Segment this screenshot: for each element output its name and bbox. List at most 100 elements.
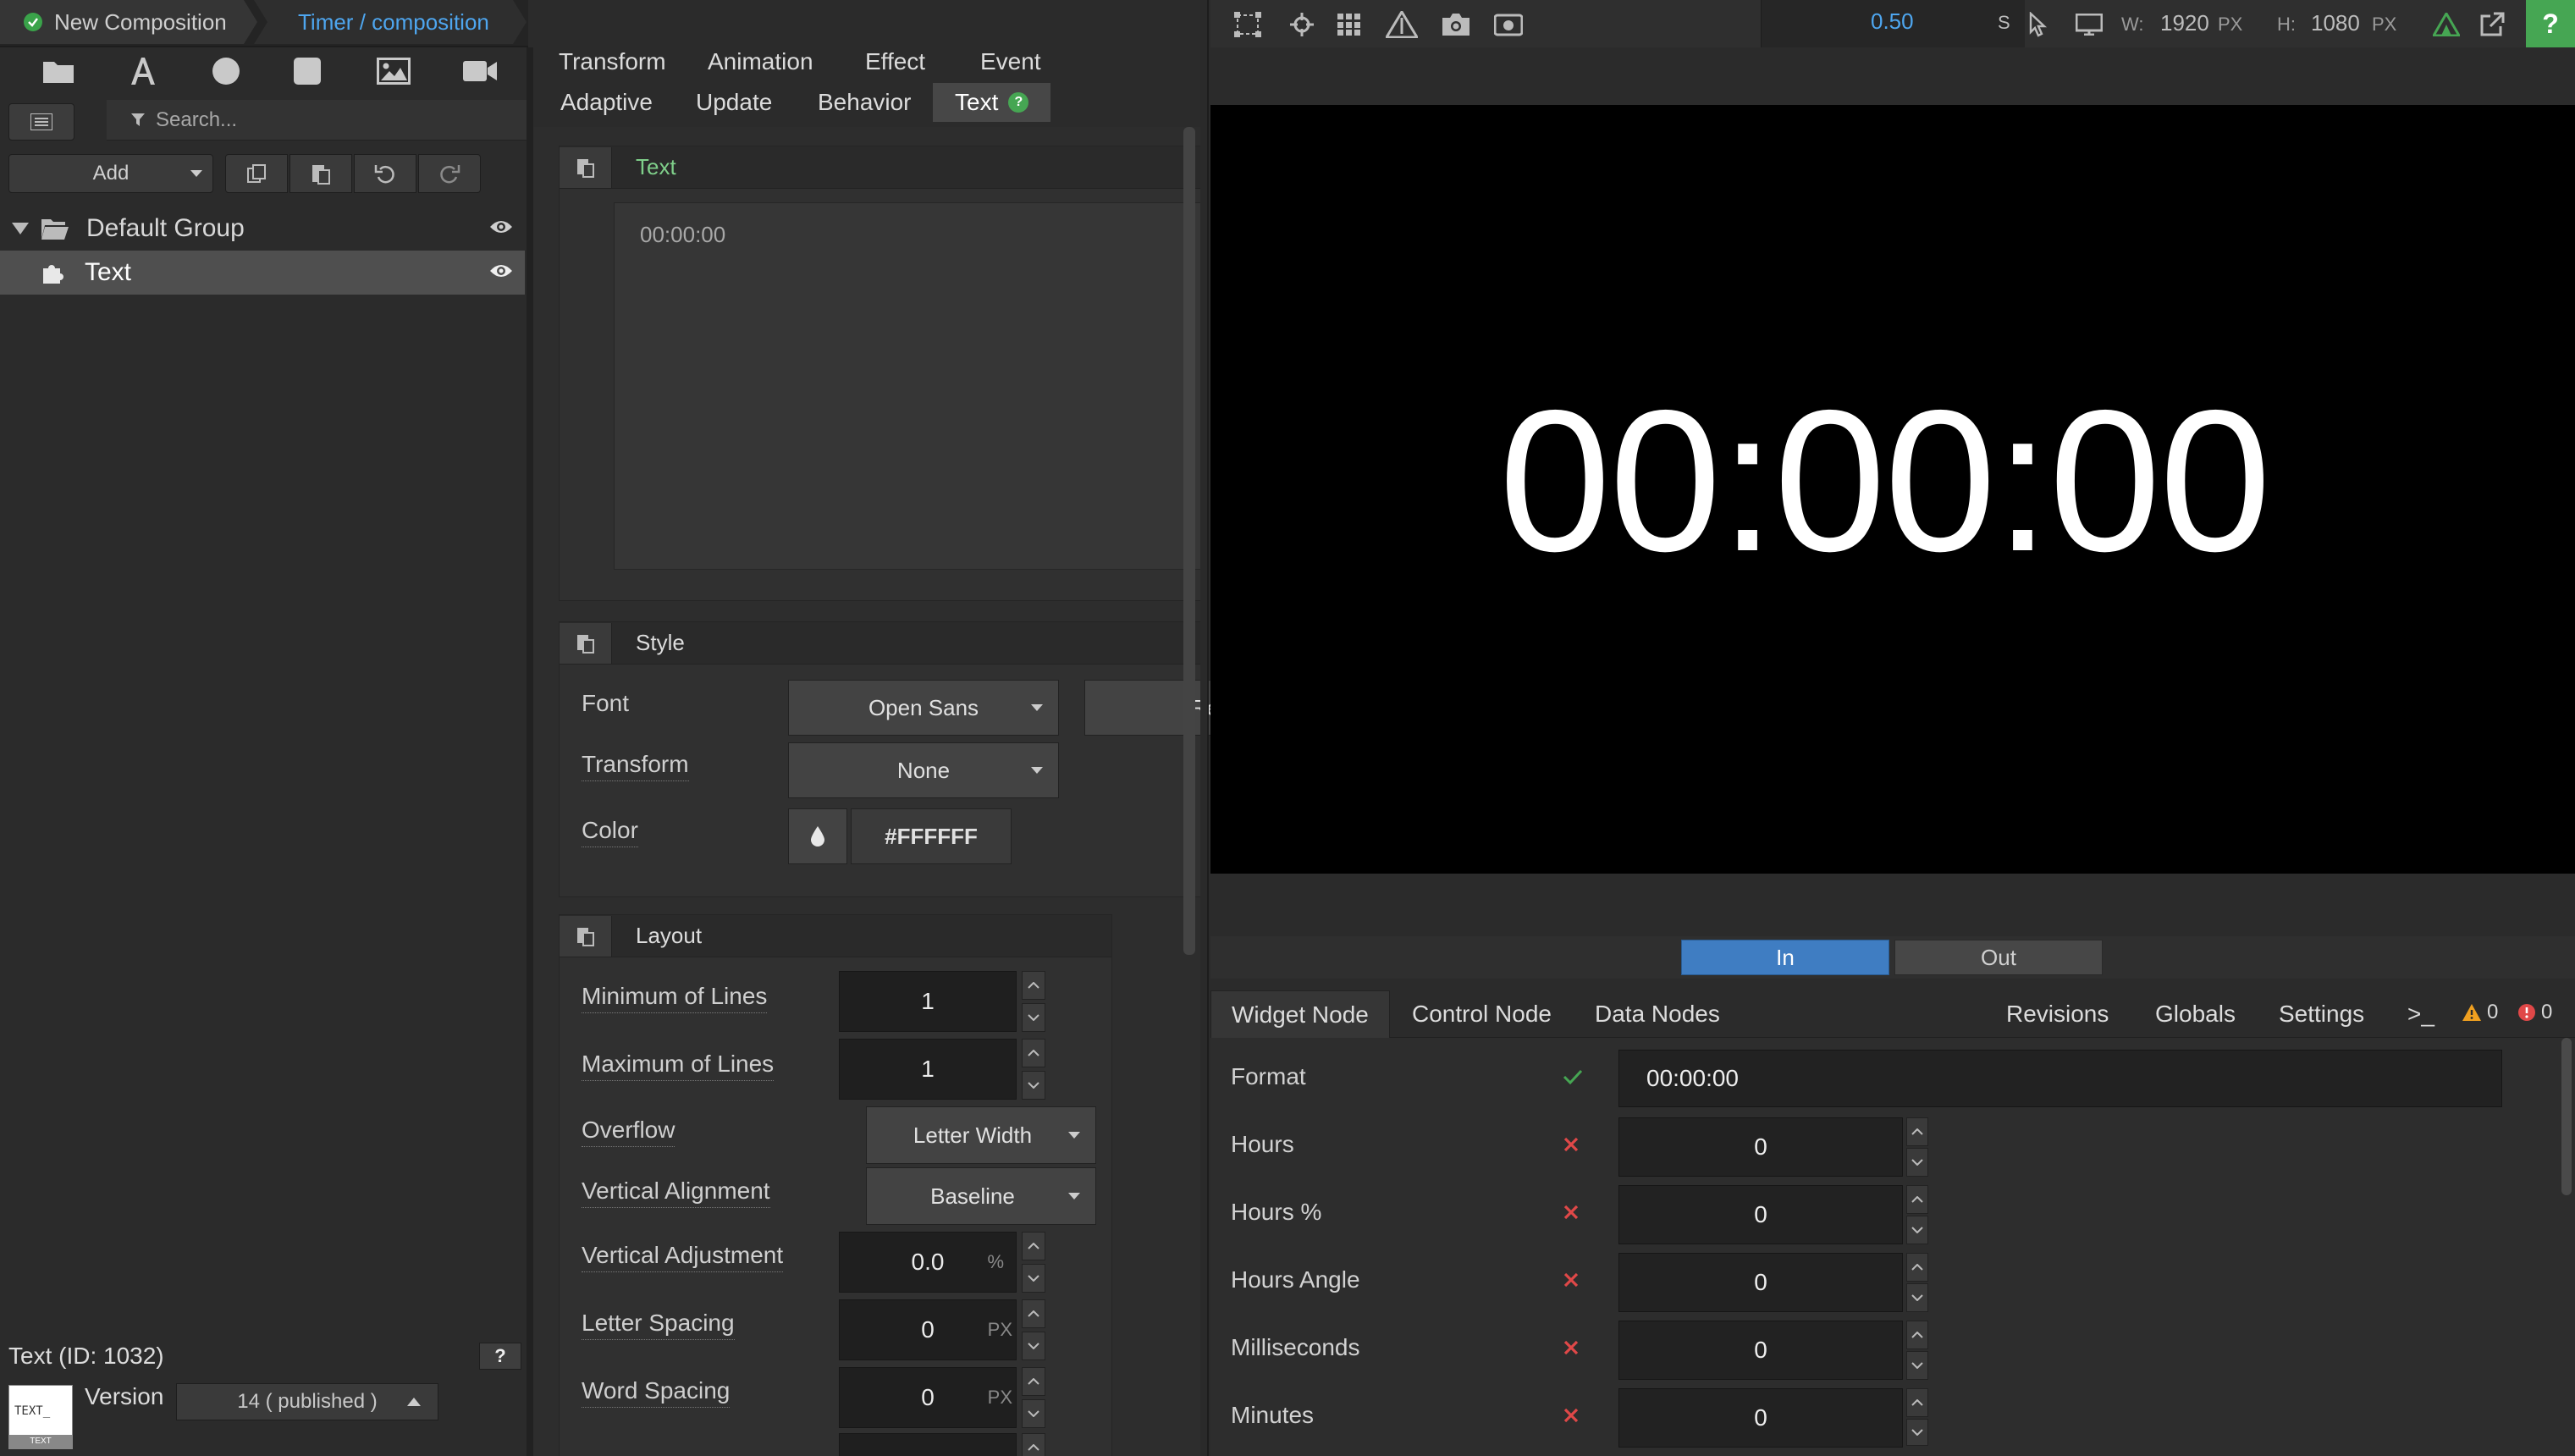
tab-data-nodes[interactable]: Data Nodes bbox=[1574, 990, 1740, 1038]
paste-button[interactable] bbox=[289, 154, 352, 193]
external-link-icon[interactable] bbox=[2475, 10, 2509, 39]
preview-stage[interactable]: 00:00:00 bbox=[1210, 105, 2575, 874]
width-value[interactable]: 1920 bbox=[2160, 10, 2209, 36]
word-spacing-increment[interactable] bbox=[1022, 1367, 1045, 1396]
vertical-adjustment-increment[interactable] bbox=[1022, 1232, 1045, 1260]
out-button[interactable]: Out bbox=[1894, 940, 2103, 975]
max-lines-decrement[interactable] bbox=[1022, 1071, 1045, 1100]
vertical-adjustment-decrement[interactable] bbox=[1022, 1264, 1045, 1293]
circle-shape-icon[interactable] bbox=[207, 54, 245, 88]
list-view-button[interactable] bbox=[8, 103, 74, 141]
expand-caret-icon[interactable] bbox=[12, 223, 29, 234]
in-button[interactable]: In bbox=[1681, 940, 1889, 975]
next-field-increment[interactable] bbox=[1022, 1433, 1045, 1456]
format-input[interactable]: 00:00:00 bbox=[1618, 1050, 2502, 1107]
monitor-icon[interactable] bbox=[2072, 10, 2106, 39]
min-lines-decrement[interactable] bbox=[1022, 1003, 1045, 1032]
word-spacing-decrement[interactable] bbox=[1022, 1399, 1045, 1428]
panel-splitter[interactable] bbox=[1200, 0, 1209, 1456]
letter-spacing-increment[interactable] bbox=[1022, 1299, 1045, 1328]
copy-section-button[interactable] bbox=[560, 622, 612, 664]
tab-transform[interactable]: Transform bbox=[550, 42, 675, 81]
hours-angle-decrement[interactable] bbox=[1906, 1283, 1928, 1312]
hours-angle-increment[interactable] bbox=[1906, 1253, 1928, 1282]
duplicate-button[interactable] bbox=[225, 154, 288, 193]
camera-snapshot-icon[interactable] bbox=[1439, 10, 1473, 39]
tab-event[interactable]: Event bbox=[972, 42, 1050, 81]
color-hex-input[interactable]: #FFFFFF bbox=[851, 808, 1012, 864]
screenshot-icon[interactable] bbox=[1492, 10, 1525, 39]
vertical-adjustment-input[interactable]: 0.0 % bbox=[839, 1232, 1017, 1293]
property-panel-scrollbar[interactable] bbox=[1183, 127, 1195, 955]
hours-input[interactable]: 0 bbox=[1618, 1117, 1903, 1177]
bounding-box-icon[interactable] bbox=[1231, 10, 1265, 39]
error-count[interactable]: 0 bbox=[2517, 1001, 2552, 1024]
close-x-icon[interactable] bbox=[1563, 1136, 1580, 1153]
cursor-pointer-icon[interactable] bbox=[2020, 10, 2054, 39]
tab-behavior[interactable]: Behavior bbox=[809, 83, 920, 122]
copy-section-button[interactable] bbox=[560, 146, 612, 188]
max-lines-increment[interactable] bbox=[1022, 1039, 1045, 1067]
visibility-eye-icon[interactable] bbox=[489, 218, 513, 235]
tab-control-node[interactable]: Control Node bbox=[1392, 990, 1572, 1038]
breadcrumb-item-new-composition[interactable]: New Composition bbox=[0, 0, 257, 44]
minutes-input[interactable]: 0 bbox=[1618, 1388, 1903, 1448]
folder-icon[interactable] bbox=[39, 54, 78, 88]
hours-decrement[interactable] bbox=[1906, 1148, 1928, 1177]
next-field-input[interactable] bbox=[839, 1433, 1017, 1456]
help-button[interactable]: ? bbox=[479, 1343, 521, 1370]
text-tool-icon[interactable] bbox=[124, 54, 163, 88]
hours-percent-increment[interactable] bbox=[1906, 1185, 1928, 1214]
warning-triangle-green-icon[interactable] bbox=[2429, 10, 2463, 39]
tab-animation[interactable]: Animation bbox=[699, 42, 822, 81]
tab-update[interactable]: Update bbox=[687, 83, 780, 122]
word-spacing-input[interactable]: 0 PX bbox=[839, 1367, 1017, 1428]
min-lines-increment[interactable] bbox=[1022, 971, 1045, 1000]
breadcrumb-item-timer-composition[interactable]: Timer / composition bbox=[254, 0, 527, 44]
tree-item-text[interactable]: Text bbox=[0, 251, 525, 295]
close-x-icon[interactable] bbox=[1563, 1407, 1580, 1424]
preview-timer-text[interactable]: 00:00:00 bbox=[1499, 366, 2271, 597]
tab-adaptive[interactable]: Adaptive bbox=[552, 83, 661, 122]
overflow-select[interactable]: Letter Width bbox=[866, 1106, 1096, 1164]
tab-widget-node[interactable]: Widget Node bbox=[1210, 990, 1390, 1038]
text-transform-select[interactable]: None bbox=[788, 742, 1059, 798]
crosshair-icon[interactable] bbox=[1285, 10, 1319, 39]
close-x-icon[interactable] bbox=[1563, 1271, 1580, 1288]
text-content-textarea[interactable]: 00:00:00 bbox=[614, 202, 1206, 570]
milliseconds-input[interactable]: 0 bbox=[1618, 1321, 1903, 1380]
search-input[interactable]: Search... bbox=[107, 100, 528, 141]
hours-increment[interactable] bbox=[1906, 1117, 1928, 1146]
tree-group-default[interactable]: Default Group bbox=[0, 207, 525, 251]
grid-icon[interactable] bbox=[1332, 10, 1366, 39]
min-lines-input[interactable]: 1 bbox=[839, 971, 1017, 1032]
duration-value[interactable]: 0.50 bbox=[1871, 8, 1914, 35]
close-x-icon[interactable] bbox=[1563, 1204, 1580, 1221]
font-family-select[interactable]: Open Sans bbox=[788, 680, 1059, 736]
help-button-green[interactable]: ? bbox=[2526, 0, 2575, 47]
redo-button[interactable] bbox=[418, 154, 481, 193]
tab-globals[interactable]: Globals bbox=[2135, 990, 2256, 1038]
vertical-alignment-select[interactable]: Baseline bbox=[866, 1167, 1096, 1225]
properties-scrollbar[interactable] bbox=[2561, 1038, 2572, 1195]
tab-effect[interactable]: Effect bbox=[857, 42, 934, 81]
height-value[interactable]: 1080 bbox=[2311, 10, 2360, 36]
minutes-increment[interactable] bbox=[1906, 1388, 1928, 1417]
console-button[interactable]: >_ bbox=[2401, 990, 2441, 1038]
visibility-eye-icon[interactable] bbox=[489, 262, 513, 279]
font-weight-select[interactable]: Re bbox=[1084, 680, 1220, 736]
milliseconds-decrement[interactable] bbox=[1906, 1351, 1928, 1380]
letter-spacing-decrement[interactable] bbox=[1022, 1332, 1045, 1360]
safe-area-triangle-icon[interactable] bbox=[1385, 10, 1419, 39]
check-icon[interactable] bbox=[1563, 1068, 1583, 1085]
image-icon[interactable] bbox=[374, 54, 413, 88]
max-lines-input[interactable]: 1 bbox=[839, 1039, 1017, 1100]
hours-angle-input[interactable]: 0 bbox=[1618, 1253, 1903, 1312]
help-circle-icon[interactable]: ? bbox=[1008, 92, 1029, 113]
tab-text[interactable]: Text ? bbox=[933, 83, 1051, 122]
tab-revisions[interactable]: Revisions bbox=[1986, 990, 2129, 1038]
copy-section-button[interactable] bbox=[560, 915, 612, 957]
color-picker-button[interactable] bbox=[788, 808, 847, 864]
milliseconds-increment[interactable] bbox=[1906, 1321, 1928, 1349]
letter-spacing-input[interactable]: 0 PX bbox=[839, 1299, 1017, 1360]
